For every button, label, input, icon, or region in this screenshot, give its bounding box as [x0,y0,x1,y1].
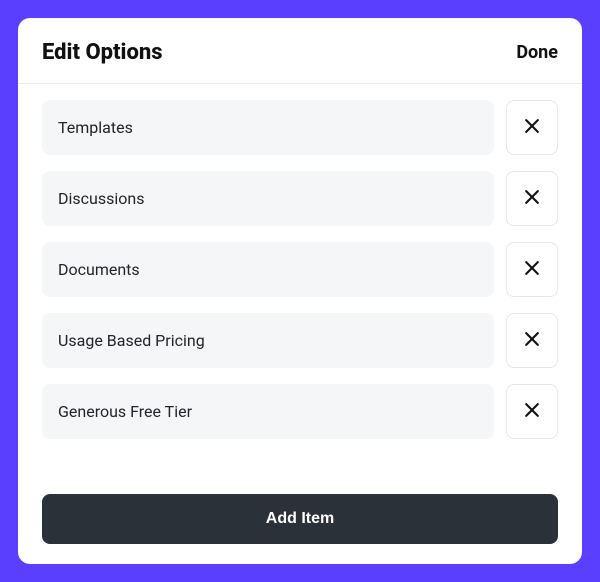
modal-header: Edit Options Done [18,18,582,84]
item-label[interactable]: Usage Based Pricing [42,313,494,368]
edit-options-modal: Edit Options Done Templates Discussions … [18,18,582,564]
item-label[interactable]: Generous Free Tier [42,384,494,439]
options-list: Templates Discussions Documents [18,84,582,484]
item-label[interactable]: Documents [42,242,494,297]
item-label[interactable]: Discussions [42,171,494,226]
modal-title: Edit Options [42,40,163,65]
list-item: Generous Free Tier [42,384,558,439]
item-label[interactable]: Templates [42,100,494,155]
close-icon [522,187,542,211]
list-item: Discussions [42,171,558,226]
remove-button[interactable] [506,100,558,155]
close-icon [522,400,542,424]
remove-button[interactable] [506,313,558,368]
modal-footer: Add Item [18,484,582,564]
remove-button[interactable] [506,242,558,297]
add-item-button[interactable]: Add Item [42,494,558,544]
list-item: Templates [42,100,558,155]
close-icon [522,258,542,282]
list-item: Usage Based Pricing [42,313,558,368]
list-item: Documents [42,242,558,297]
remove-button[interactable] [506,384,558,439]
close-icon [522,329,542,353]
done-button[interactable]: Done [516,42,558,63]
close-icon [522,116,542,140]
remove-button[interactable] [506,171,558,226]
